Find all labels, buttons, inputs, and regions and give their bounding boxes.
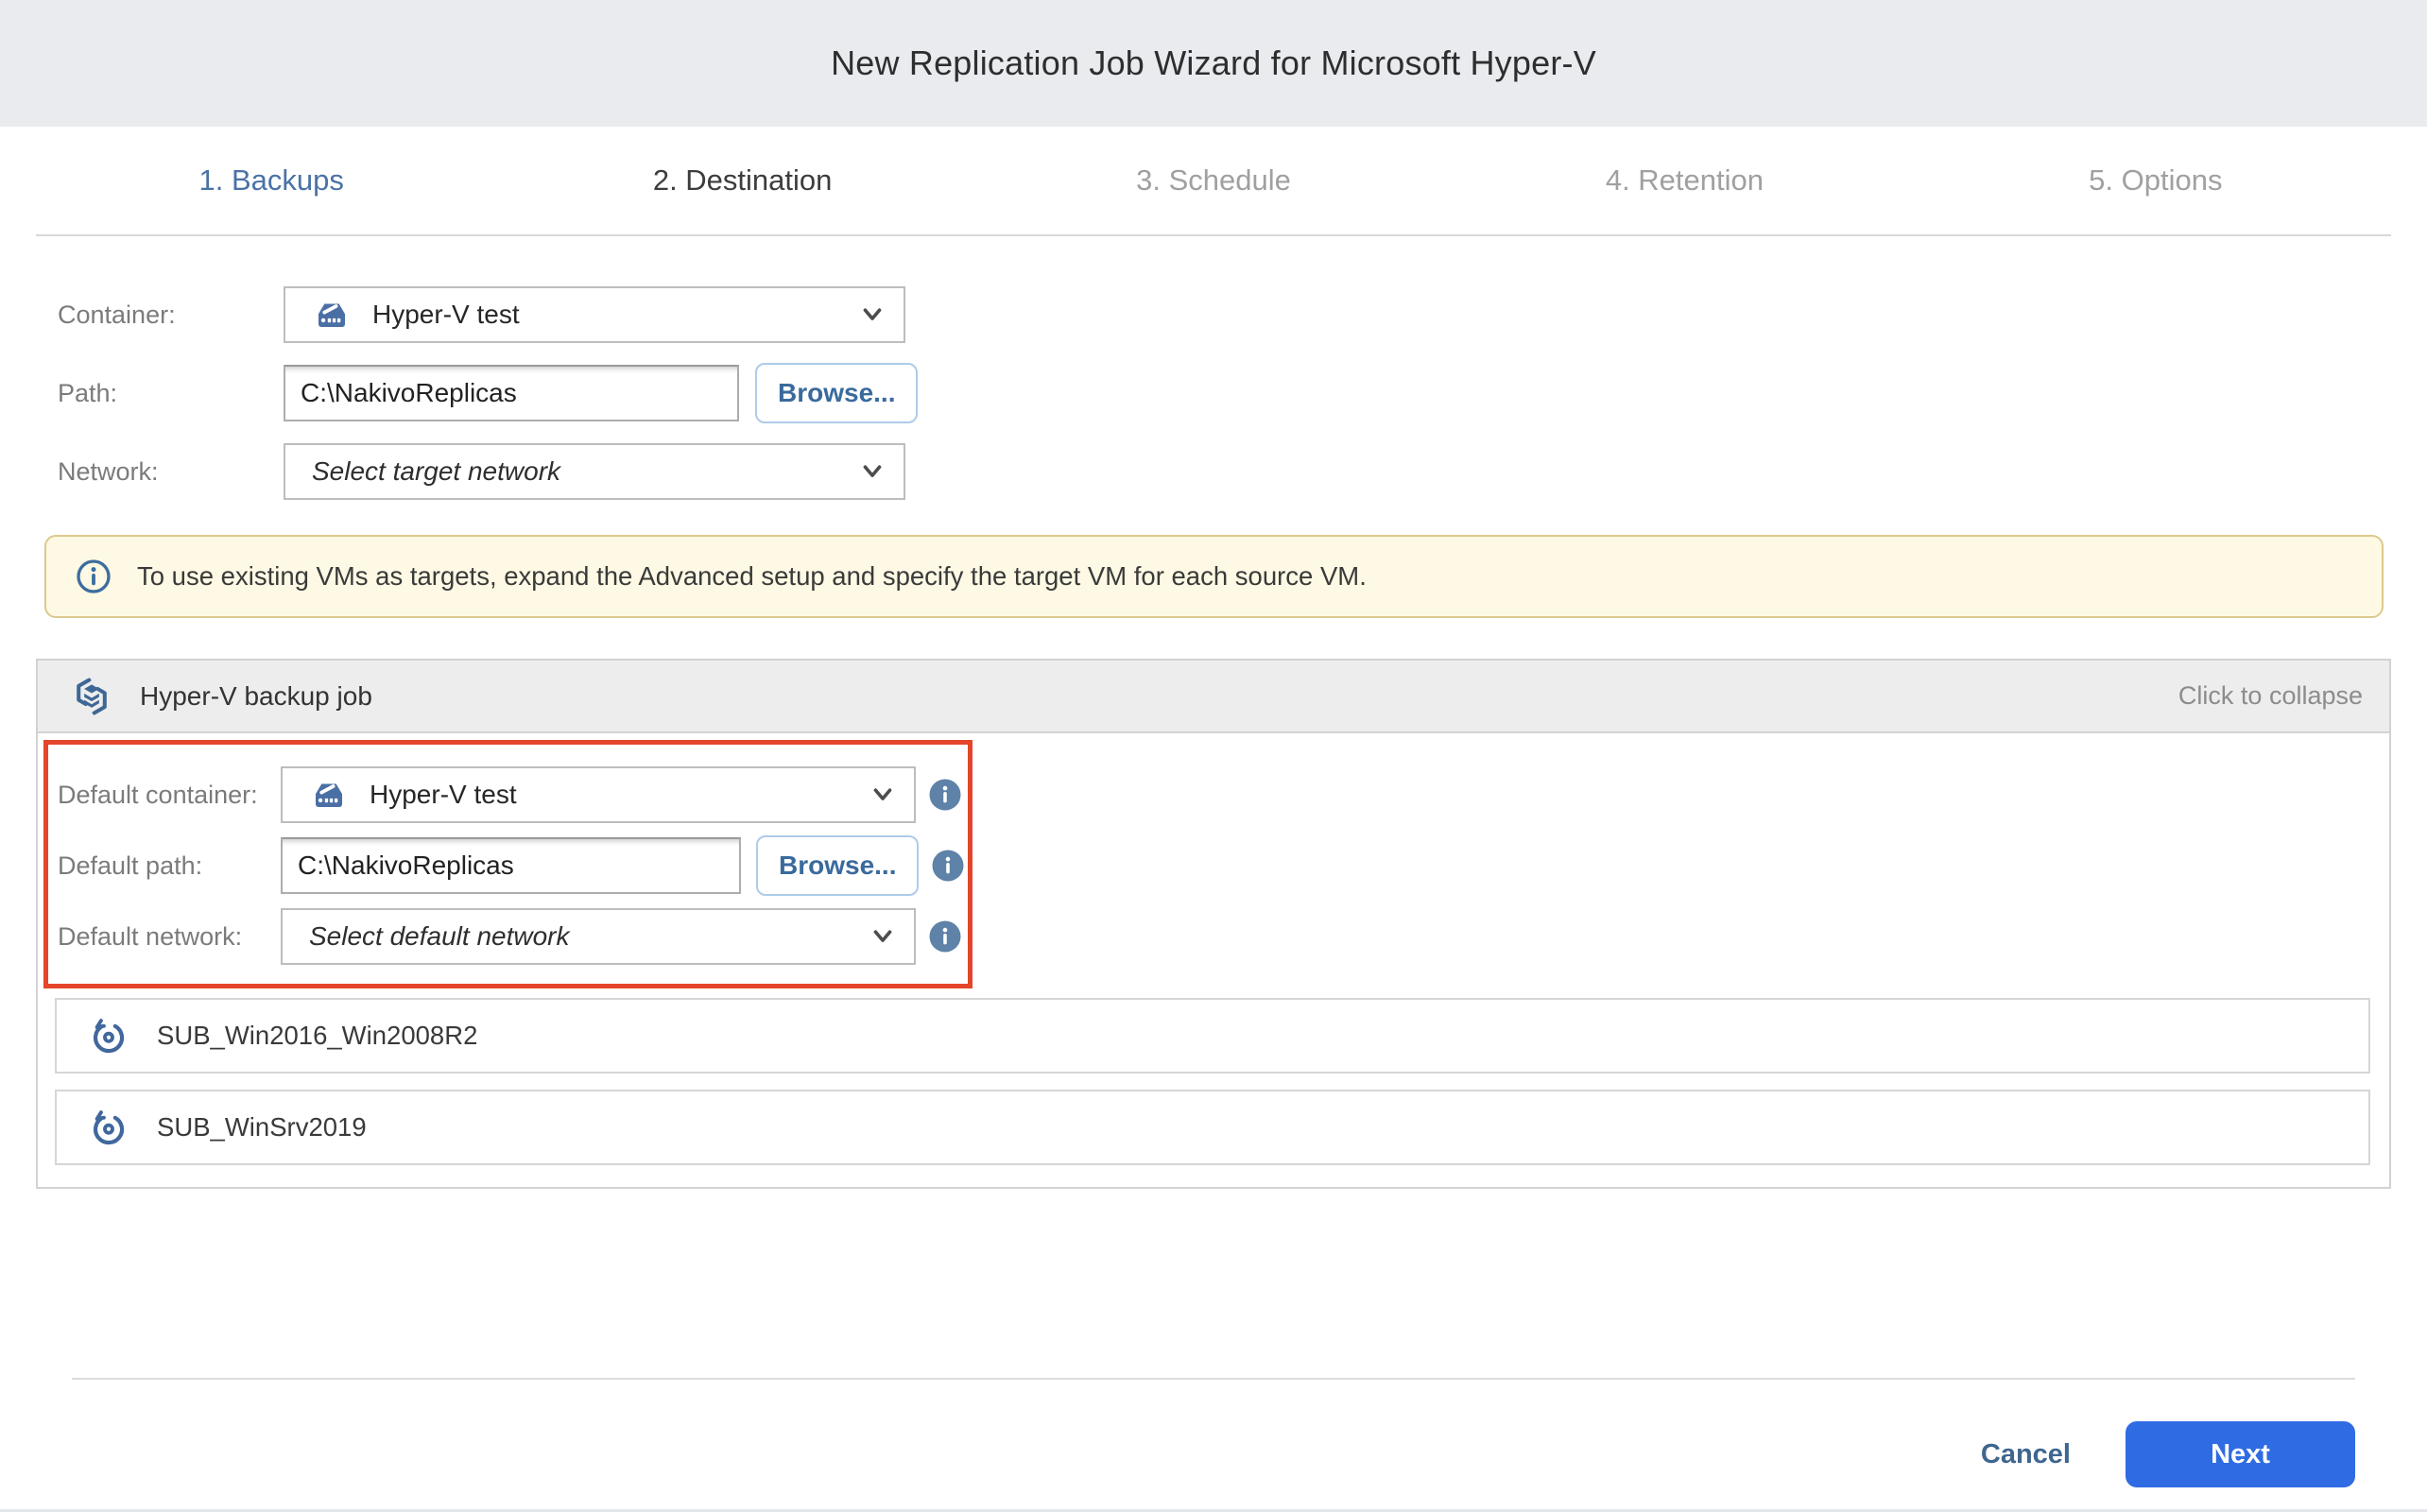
replica-circular-arrow-icon (89, 1016, 129, 1056)
default-browse-button[interactable]: Browse... (756, 835, 919, 896)
page-title: New Replication Job Wizard for Microsoft… (831, 43, 1596, 83)
container-select[interactable]: Hyper-V test (284, 286, 905, 343)
network-select-placeholder: Select target network (312, 456, 560, 487)
info-circle-outline-icon (75, 558, 112, 595)
info-banner-text: To use existing VMs as targets, expand t… (137, 561, 1367, 592)
default-network-placeholder: Select default network (309, 921, 570, 952)
collapse-hint: Click to collapse (2178, 681, 2363, 711)
wizard-body: Container: Hyper-V test (0, 286, 2427, 1487)
container-select-value: Hyper-V test (372, 300, 520, 330)
backup-job-section: Hyper-V backup job Click to collapse Def… (36, 659, 2391, 1189)
default-path-input[interactable] (281, 837, 741, 894)
wizard-footer: Cancel Next (72, 1378, 2355, 1487)
chevron-down-icon (872, 788, 893, 801)
browse-button[interactable]: Browse... (755, 363, 918, 423)
path-input[interactable] (284, 365, 739, 421)
info-circle-filled-icon[interactable] (928, 919, 962, 954)
highlight-red-box: Default container: (43, 740, 973, 988)
replication-wizard-window: New Replication Job Wizard for Microsoft… (0, 0, 2427, 1512)
chevron-down-icon (872, 930, 893, 943)
step-backups[interactable]: 1. Backups (36, 127, 507, 234)
layers-hexagon-icon (70, 675, 113, 718)
cancel-button[interactable]: Cancel (1981, 1439, 2071, 1470)
default-container-label: Default container: (48, 781, 281, 810)
network-select[interactable]: Select target network (284, 443, 905, 500)
replica-circular-arrow-icon (89, 1108, 129, 1147)
path-label: Path: (36, 379, 284, 408)
default-container-row: Default container: (48, 766, 968, 823)
step-schedule[interactable]: 3. Schedule (978, 127, 1449, 234)
step-options[interactable]: 5. Options (1920, 127, 2391, 234)
default-path-row: Default path: Browse... (48, 835, 968, 896)
step-retention[interactable]: 4. Retention (1449, 127, 1919, 234)
network-field-row: Network: Select target network (36, 443, 2391, 500)
vm-name: SUB_WinSrv2019 (157, 1112, 367, 1143)
default-network-label: Default network: (48, 922, 281, 952)
next-button[interactable]: Next (2126, 1421, 2355, 1487)
container-label: Container: (36, 301, 284, 330)
chevron-down-icon (862, 465, 883, 478)
network-label: Network: (36, 457, 284, 487)
path-field-row: Path: Browse... (36, 363, 2391, 423)
default-path-label: Default path: (48, 851, 281, 881)
vm-row[interactable]: SUB_WinSrv2019 (55, 1090, 2370, 1165)
container-field-row: Container: Hyper-V test (36, 286, 2391, 343)
vm-row[interactable]: SUB_Win2016_Win2008R2 (55, 998, 2370, 1074)
host-drive-icon (312, 298, 352, 332)
host-drive-icon (309, 778, 349, 812)
chevron-down-icon (862, 308, 883, 321)
vm-name: SUB_Win2016_Win2008R2 (157, 1021, 477, 1051)
info-banner: To use existing VMs as targets, expand t… (44, 535, 2384, 618)
wizard-titlebar: New Replication Job Wizard for Microsoft… (0, 0, 2427, 127)
info-circle-filled-icon[interactable] (928, 778, 962, 812)
wizard-step-bar: 1. Backups 2. Destination 3. Schedule 4.… (36, 127, 2391, 236)
default-network-row: Default network: Select default network (48, 908, 968, 965)
step-destination[interactable]: 2. Destination (507, 127, 977, 234)
default-container-select[interactable]: Hyper-V test (281, 766, 916, 823)
backup-job-header[interactable]: Hyper-V backup job Click to collapse (38, 661, 2389, 733)
default-container-value: Hyper-V test (370, 780, 517, 810)
backup-job-title: Hyper-V backup job (140, 681, 372, 712)
info-circle-filled-icon[interactable] (931, 849, 965, 883)
default-network-select[interactable]: Select default network (281, 908, 916, 965)
